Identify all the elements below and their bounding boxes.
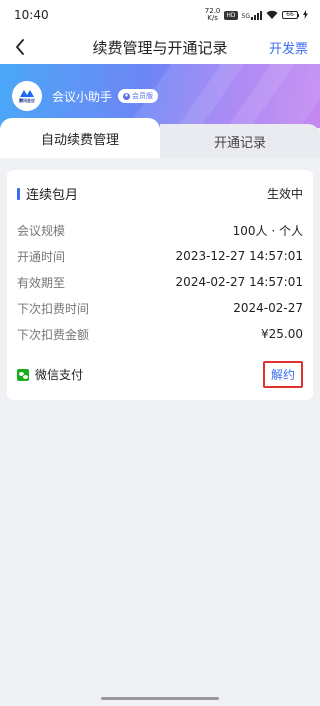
status-badge: 生效中 [266,187,303,201]
member-badge-label: 会员版 [132,92,154,100]
wifi-icon [266,10,278,21]
tab-auto-renew[interactable]: 自动续费管理 [0,118,160,158]
tab-activation-records[interactable]: 开通记录 [160,124,320,158]
plan-name: 连续包月 [26,188,79,203]
network-speed-unit: K/s [207,14,218,22]
nav-bar: 续费管理与开通记录 开发票 [0,30,320,64]
info-label: 下次扣费金额 [17,327,90,342]
payment-method-label: 微信支付 [35,368,84,382]
payment-row: 微信支付 解约 [17,361,303,388]
info-label: 有效期至 [17,275,66,290]
card-header: 连续包月 生效中 [17,184,303,203]
info-row: 下次扣费金额 ¥25.00 [17,321,303,347]
payment-method: 微信支付 [17,366,83,383]
subscription-card: 连续包月 生效中 会议规模 100人 · 个人 开通时间 2023-12-27 … [7,170,313,400]
info-value: 100人 · 个人 [232,223,303,238]
info-value: 2024-02-27 14:57:01 [175,275,303,289]
battery-level: 66 [282,11,298,19]
info-label: 会议规模 [17,223,66,238]
invoice-button[interactable]: 开发票 [269,38,308,57]
network-speed: 72.0 K/s [205,8,221,22]
avatar: 腾讯会议 [12,81,42,111]
logo-text: 腾讯会议 [19,98,35,103]
charging-icon [303,9,308,21]
info-row: 有效期至 2024-02-27 14:57:01 [17,269,303,295]
back-icon[interactable] [10,37,30,57]
signal-bars [251,10,262,20]
member-badge: ♦ 会员版 [118,89,159,103]
status-icons: 72.0 K/s HD 5G 66 [205,8,308,22]
info-label: 下次扣费时间 [17,301,90,316]
account-name: 会议小助手 [52,89,113,104]
tab-bar: 自动续费管理 开通记录 [0,118,320,158]
status-bar: 10:40 72.0 K/s HD 5G 66 [0,0,320,30]
info-row: 下次扣费时间 2024-02-27 [17,295,303,321]
card-title: 连续包月 [17,184,78,203]
info-row: 开通时间 2023-12-27 14:57:01 [17,243,303,269]
hd-icon: HD [224,10,238,20]
cancel-subscription-button[interactable]: 解约 [262,361,303,388]
home-indicator[interactable] [101,697,219,700]
status-time: 10:40 [14,8,49,22]
content-area: 连续包月 生效中 会议规模 100人 · 个人 开通时间 2023-12-27 … [0,170,320,400]
info-label: 开通时间 [17,249,66,264]
battery-icon: 66 [282,11,299,19]
vip-icon: ♦ [123,92,131,100]
tab-activation-records-label: 开通记录 [213,135,266,151]
tencent-meeting-logo-icon [20,90,34,97]
info-value: 2023-12-27 14:57:01 [175,249,303,263]
info-value: 2024-02-27 [233,301,303,315]
info-value: ¥25.00 [261,327,303,341]
wechat-pay-icon [17,368,29,381]
info-row: 会议规模 100人 · 个人 [17,217,303,243]
cellular-icon: 5G [241,10,262,20]
network-type-label: 5G [241,12,250,20]
title-accent-bar [17,187,20,200]
tab-auto-renew-label: 自动续费管理 [40,132,119,148]
